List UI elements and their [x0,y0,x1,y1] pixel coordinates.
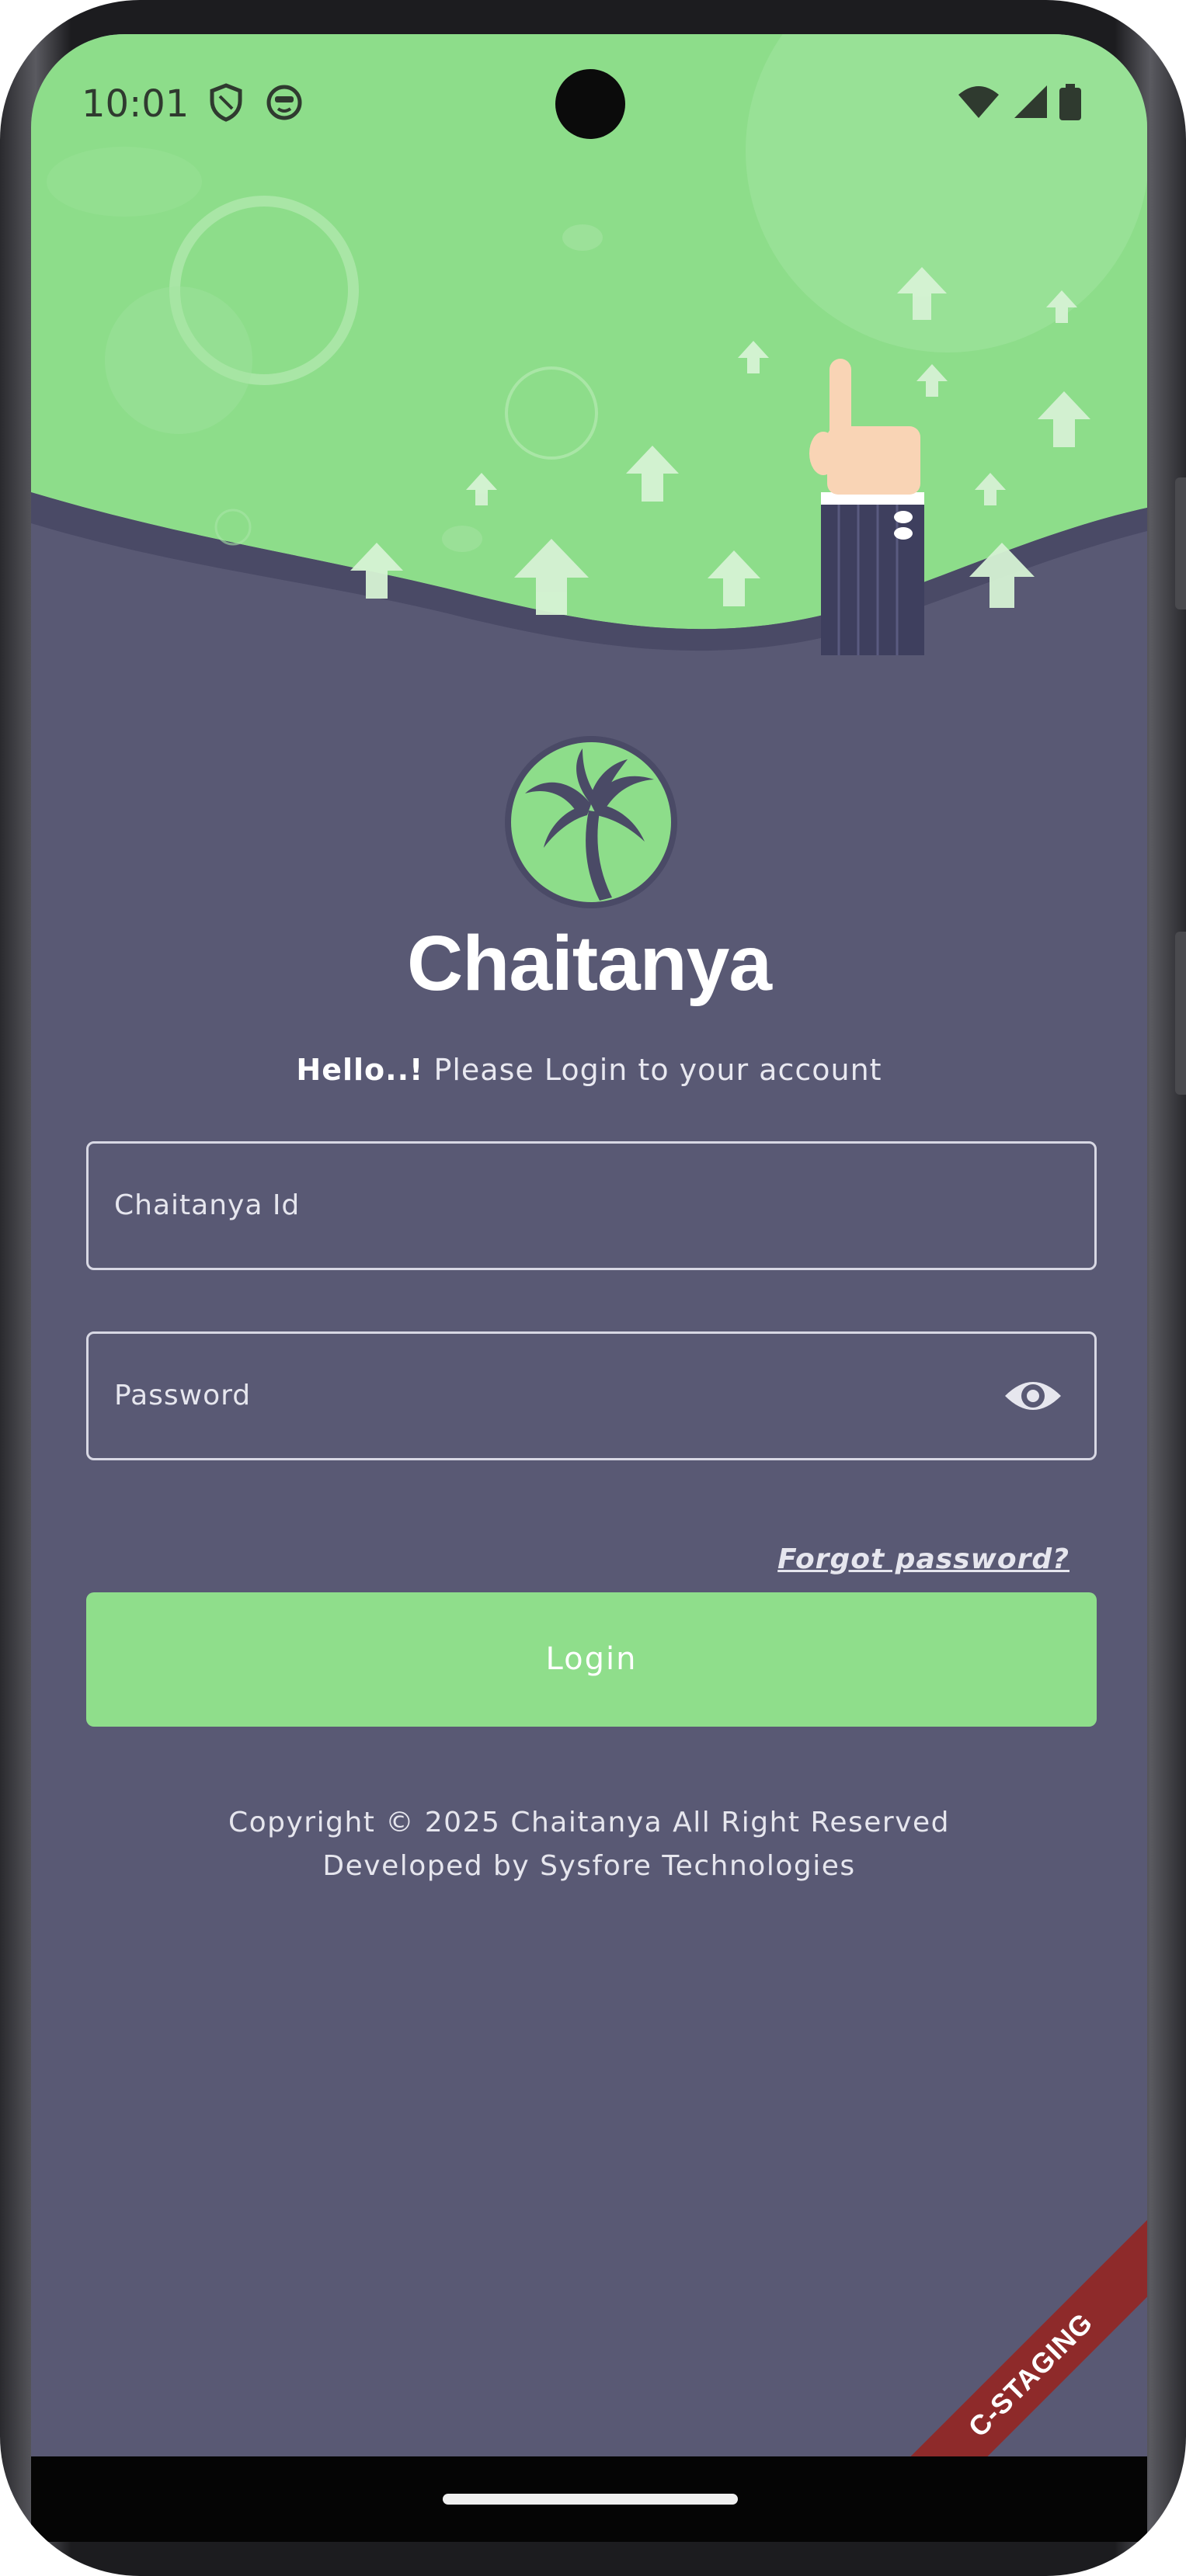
camera-cutout [555,69,625,139]
screen: 10:01 Chaitanya Hello..! Please Login to… [31,34,1147,2456]
shield-icon [210,83,242,122]
login-button[interactable]: Login [86,1592,1097,1727]
password-label: Password [114,1380,252,1411]
face-icon [266,85,302,120]
power-button [1175,932,1186,1095]
developer-text: Developed by Sysfore Technologies [322,1850,856,1882]
chaitanya-id-field[interactable]: Chaitanya Id [86,1141,1097,1270]
copyright-text: Copyright © 2025 Chaitanya All Right Res… [228,1807,951,1838]
wifi-icon [958,86,999,118]
greeting-text: Hello..! Please Login to your account [31,1053,1147,1087]
volume-button [1175,477,1186,609]
staging-ribbon: C-STAGING [868,2213,1147,2456]
password-field[interactable]: Password [86,1331,1097,1460]
chaitanya-id-label: Chaitanya Id [114,1189,301,1221]
navigation-bar [31,2456,1147,2542]
forgot-password-link[interactable]: Forgot password? [777,1543,1069,1575]
palm-tree-icon [505,736,677,908]
signal-icon [1014,85,1047,118]
battery-icon [1059,84,1081,120]
greeting-bold: Hello..! [296,1053,424,1087]
phone-frame: 10:01 Chaitanya Hello..! Please Login to… [0,0,1186,2576]
status-bar: 10:01 [31,34,1147,174]
app-title: Chaitanya [407,920,772,1007]
eye-icon[interactable] [1003,1374,1063,1418]
home-indicator[interactable] [443,2494,738,2505]
greeting-rest: Please Login to your account [423,1053,882,1087]
status-time: 10:01 [82,82,190,126]
